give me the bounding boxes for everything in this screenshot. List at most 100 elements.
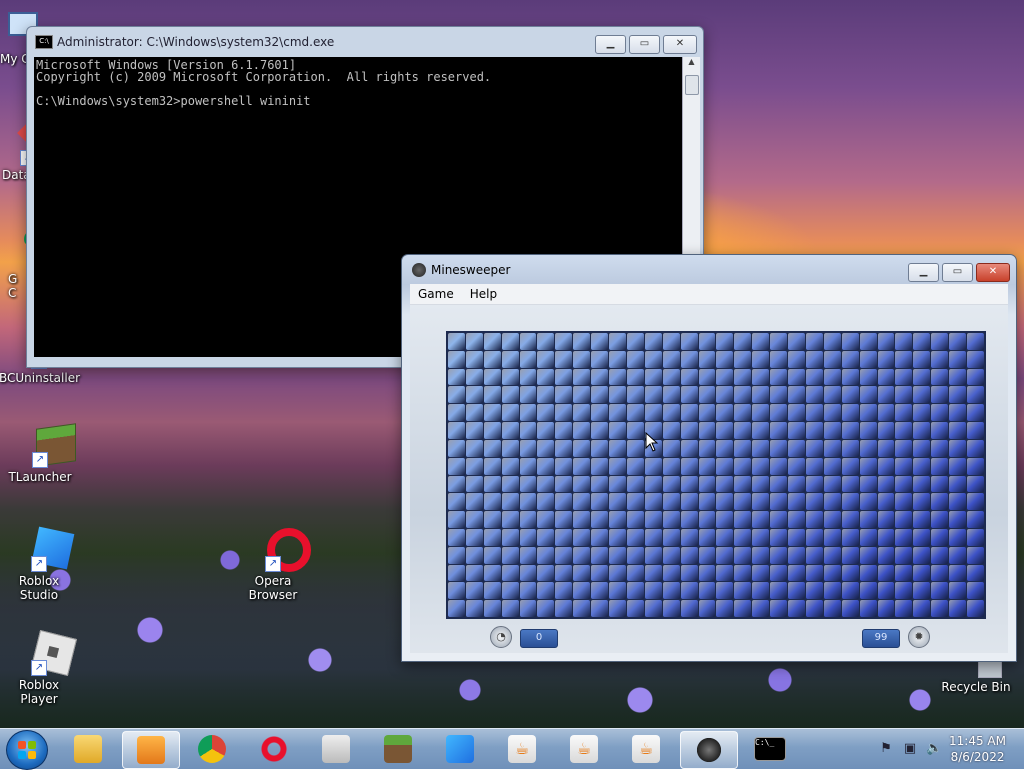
mine-cell[interactable] — [967, 368, 984, 386]
mine-cell[interactable] — [662, 368, 680, 386]
mine-cell[interactable] — [519, 475, 537, 493]
mine-cell[interactable] — [949, 386, 967, 404]
mine-cell[interactable] — [537, 404, 555, 422]
mine-cell[interactable] — [913, 439, 931, 457]
mine-cell[interactable] — [465, 422, 483, 439]
mine-cell[interactable] — [483, 600, 501, 617]
mine-cell[interactable] — [591, 546, 609, 564]
mine-cell[interactable] — [949, 582, 967, 600]
mine-cell[interactable] — [537, 368, 555, 386]
mine-cell[interactable] — [788, 546, 805, 564]
mine-cell[interactable] — [519, 600, 537, 617]
mine-cell[interactable] — [501, 493, 519, 511]
mine-cell[interactable] — [805, 582, 823, 600]
mine-cell[interactable] — [680, 600, 698, 617]
mine-cell[interactable] — [519, 511, 537, 528]
mine-cell[interactable] — [734, 600, 752, 617]
mine-cell[interactable] — [913, 333, 931, 350]
mine-cell[interactable] — [877, 350, 895, 368]
mine-cell[interactable] — [698, 511, 716, 528]
taskbar-item-media-player[interactable] — [122, 731, 180, 769]
mine-cell[interactable] — [573, 350, 591, 368]
mine-cell[interactable] — [895, 600, 913, 617]
mine-cell[interactable] — [877, 564, 895, 582]
mine-cell[interactable] — [680, 422, 698, 439]
mine-cell[interactable] — [949, 475, 967, 493]
mine-cell[interactable] — [626, 386, 644, 404]
mine-cell[interactable] — [752, 546, 770, 564]
mine-cell[interactable] — [913, 528, 931, 546]
mine-cell[interactable] — [877, 457, 895, 475]
mine-cell[interactable] — [805, 457, 823, 475]
mine-cell[interactable] — [877, 386, 895, 404]
mine-cell[interactable] — [877, 439, 895, 457]
mine-cell[interactable] — [913, 475, 931, 493]
mine-cell[interactable] — [770, 600, 788, 617]
mine-cell[interactable] — [501, 439, 519, 457]
mine-cell[interactable] — [734, 582, 752, 600]
mine-cell[interactable] — [519, 582, 537, 600]
mine-cell[interactable] — [483, 564, 501, 582]
mine-cell[interactable] — [609, 333, 626, 350]
mine-cell[interactable] — [752, 511, 770, 528]
mine-cell[interactable] — [501, 457, 519, 475]
mine-cell[interactable] — [770, 582, 788, 600]
mine-cell[interactable] — [609, 350, 626, 368]
mine-cell[interactable] — [967, 564, 984, 582]
mine-cell[interactable] — [644, 600, 662, 617]
mine-cell[interactable] — [698, 422, 716, 439]
mine-cell[interactable] — [913, 404, 931, 422]
mine-cell[interactable] — [716, 404, 734, 422]
mine-cell[interactable] — [913, 368, 931, 386]
mine-cell[interactable] — [823, 528, 841, 546]
mine-cell[interactable] — [591, 582, 609, 600]
mine-cell[interactable] — [931, 439, 949, 457]
mine-cell[interactable] — [895, 422, 913, 439]
mine-cell[interactable] — [501, 600, 519, 617]
mine-cell[interactable] — [591, 333, 609, 350]
mine-cell[interactable] — [555, 528, 573, 546]
mine-cell[interactable] — [537, 439, 555, 457]
mine-cell[interactable] — [788, 439, 805, 457]
mine-cell[interactable] — [859, 546, 877, 564]
mine-cell[interactable] — [823, 368, 841, 386]
mine-cell[interactable] — [805, 528, 823, 546]
mine-cell[interactable] — [465, 350, 483, 368]
mine-cell[interactable] — [537, 493, 555, 511]
mine-cell[interactable] — [734, 493, 752, 511]
taskbar-item-roblox-player[interactable] — [308, 731, 364, 767]
mine-cell[interactable] — [465, 564, 483, 582]
mine-cell[interactable] — [734, 528, 752, 546]
mine-cell[interactable] — [662, 600, 680, 617]
mine-cell[interactable] — [931, 528, 949, 546]
mine-cell[interactable] — [859, 528, 877, 546]
mine-cell[interactable] — [465, 368, 483, 386]
mine-cell[interactable] — [841, 528, 859, 546]
mine-cell[interactable] — [519, 422, 537, 439]
mine-cell[interactable] — [841, 546, 859, 564]
mine-cell[interactable] — [483, 528, 501, 546]
mine-cell[interactable] — [483, 422, 501, 439]
mine-cell[interactable] — [895, 528, 913, 546]
mine-cell[interactable] — [573, 564, 591, 582]
cmd-titlebar[interactable]: C:\ Administrator: C:\Windows\system32\c… — [27, 27, 703, 57]
mine-cell[interactable] — [626, 546, 644, 564]
taskbar-item-java[interactable]: ☕ — [556, 731, 612, 767]
mine-cell[interactable] — [841, 582, 859, 600]
mine-cell[interactable] — [752, 564, 770, 582]
mine-cell[interactable] — [698, 457, 716, 475]
mine-cell[interactable] — [591, 528, 609, 546]
mine-cell[interactable] — [805, 475, 823, 493]
mine-cell[interactable] — [931, 493, 949, 511]
mine-cell[interactable] — [716, 528, 734, 546]
mine-cell[interactable] — [967, 511, 984, 528]
mine-cell[interactable] — [680, 404, 698, 422]
mine-cell[interactable] — [609, 564, 626, 582]
mine-cell[interactable] — [967, 493, 984, 511]
mine-cell[interactable] — [626, 333, 644, 350]
mine-cell[interactable] — [519, 368, 537, 386]
mine-cell[interactable] — [626, 422, 644, 439]
mine-cell[interactable] — [573, 475, 591, 493]
mine-cell[interactable] — [662, 350, 680, 368]
mine-cell[interactable] — [483, 493, 501, 511]
